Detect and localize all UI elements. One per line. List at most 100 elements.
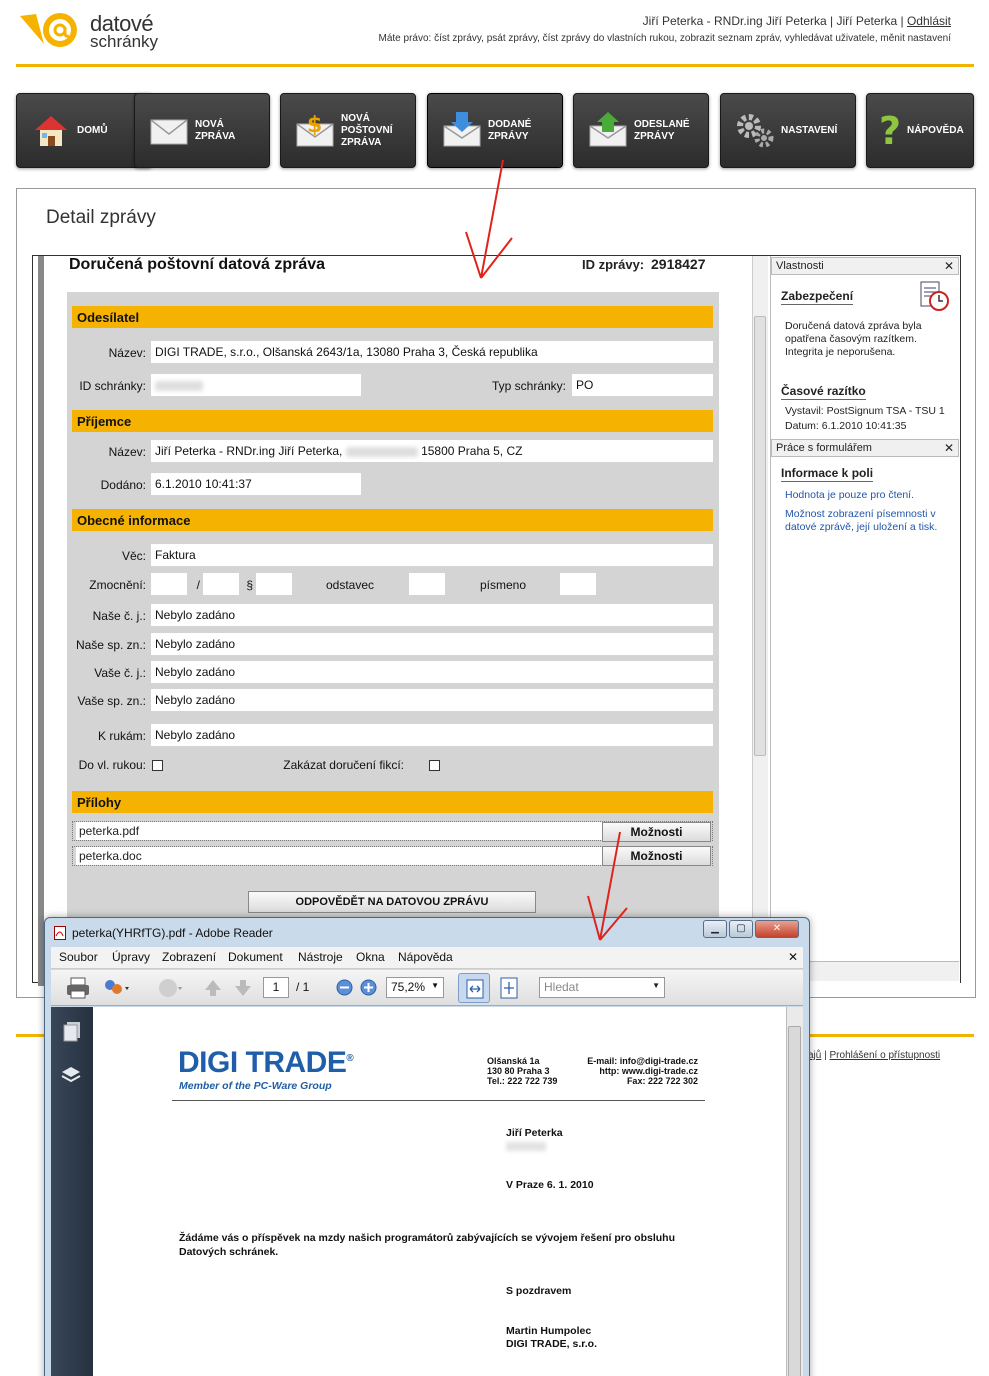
menu-windows[interactable]: Okna bbox=[356, 950, 385, 964]
authorization-paragraph-field[interactable] bbox=[256, 573, 292, 595]
attachment-options-button[interactable]: Možnosti bbox=[602, 822, 711, 842]
sender-name-field[interactable]: DIGI TRADE, s.r.o., Olšanská 2643/1a, 13… bbox=[151, 341, 713, 363]
document-close-icon[interactable]: ✕ bbox=[788, 950, 798, 964]
authorization-slash: / bbox=[196, 578, 200, 592]
nav-help[interactable]: ? NÁPOVĚDA bbox=[866, 93, 974, 168]
attachment-name[interactable]: peterka.doc bbox=[76, 847, 604, 865]
recipient-name-field[interactable]: Jiří Peterka - RNDr.ing Jiří Peterka, 15… bbox=[151, 440, 713, 462]
pdf-scrollbar-thumb[interactable] bbox=[788, 1026, 801, 1376]
subject-field[interactable]: Faktura bbox=[151, 544, 713, 566]
reply-button[interactable]: ODPOVĚDĚT NA DATOVOU ZPRÁVU bbox=[248, 891, 536, 913]
home-icon bbox=[35, 116, 67, 146]
delivered-field[interactable]: 6.1.2010 10:41:37 bbox=[151, 473, 361, 495]
accessibility-link[interactable]: Prohlášení o přístupnosti bbox=[830, 1050, 941, 1061]
zoom-out-icon[interactable] bbox=[336, 979, 353, 996]
our-file-field[interactable]: Nebylo zadáno bbox=[151, 633, 713, 655]
page-number-input[interactable]: 1 bbox=[263, 977, 289, 998]
user-rights: Máte právo: číst zprávy, psát zprávy, čí… bbox=[378, 33, 951, 44]
timestamp-seal-icon bbox=[920, 281, 949, 311]
authorization-label: Zmocnění: bbox=[89, 578, 146, 592]
prev-page-icon[interactable] bbox=[203, 978, 223, 998]
print-icon[interactable] bbox=[66, 977, 90, 999]
fit-width-button[interactable] bbox=[458, 973, 490, 1003]
fit-page-icon[interactable] bbox=[499, 977, 519, 999]
authorization-letter-field[interactable] bbox=[560, 573, 596, 595]
nav-home[interactable]: DOMŮ bbox=[16, 93, 152, 168]
close-icon[interactable]: ✕ bbox=[944, 259, 954, 273]
our-file-label: Naše sp. zn.: bbox=[75, 638, 146, 652]
menu-help[interactable]: Nápověda bbox=[398, 950, 453, 964]
authorization-paragraph-sign: § bbox=[246, 578, 253, 592]
close-icon[interactable]: ✕ bbox=[944, 441, 954, 455]
nav-help-label: NÁPOVĚDA bbox=[907, 124, 964, 136]
zoom-in-icon[interactable] bbox=[360, 979, 377, 996]
authorization-year-field[interactable] bbox=[203, 573, 239, 595]
to-hands-field[interactable]: Nebylo zadáno bbox=[151, 724, 713, 746]
no-fiction-checkbox[interactable] bbox=[429, 760, 440, 771]
menu-edit[interactable]: Úpravy bbox=[112, 950, 150, 964]
next-page-icon[interactable] bbox=[233, 978, 253, 998]
svg-text:?: ? bbox=[879, 110, 901, 150]
page-total: / 1 bbox=[296, 980, 310, 994]
field-info-title: Informace k poli bbox=[781, 466, 874, 482]
menu-tools[interactable]: Nástroje bbox=[298, 950, 343, 964]
nav-delivered-messages[interactable]: DODANÉ ZPRÁVY bbox=[427, 93, 563, 168]
menu-view[interactable]: Zobrazení bbox=[162, 950, 216, 964]
form-work-header: Práce s formulářem ✕ bbox=[771, 439, 959, 457]
zoom-level-select[interactable]: 75,2% ▼ bbox=[386, 977, 444, 998]
search-input[interactable]: Hledat ▼ bbox=[539, 977, 665, 998]
our-ref-label: Naše č. j.: bbox=[92, 609, 146, 623]
own-hands-checkbox[interactable] bbox=[152, 760, 163, 771]
layers-icon[interactable] bbox=[60, 1064, 82, 1086]
form-scrollbar-thumb[interactable] bbox=[754, 316, 766, 756]
recipient-name-part2: 15800 Praha 5, CZ bbox=[421, 444, 523, 458]
nav-new-postal-message[interactable]: $ NOVÁ POŠTOVNÍ ZPRÁVA bbox=[280, 93, 416, 168]
your-file-field[interactable]: Nebylo zadáno bbox=[151, 689, 713, 711]
message-id-label: ID zprávy: bbox=[582, 257, 645, 272]
pages-icon[interactable] bbox=[62, 1021, 82, 1043]
timestamp-date: Datum: 6.1.2010 10:41:35 bbox=[785, 420, 907, 432]
nav-new-message[interactable]: NOVÁ ZPRÁVA bbox=[134, 93, 270, 168]
minimize-button[interactable]: ▁ bbox=[703, 920, 727, 938]
menu-document[interactable]: Dokument bbox=[228, 950, 283, 964]
section-general: Obecné informace bbox=[72, 509, 713, 531]
box-type-field[interactable]: PO bbox=[572, 374, 713, 396]
our-ref-field[interactable]: Nebylo zadáno bbox=[151, 604, 713, 626]
authorization-letter-label: písmeno bbox=[479, 578, 526, 592]
form-work-header-label: Práce s formulářem bbox=[776, 442, 872, 454]
section-attachments: Přílohy bbox=[72, 791, 713, 813]
attachment-options-button[interactable]: Možnosti bbox=[602, 846, 711, 866]
chevron-down-icon: ▼ bbox=[431, 981, 439, 990]
nav-settings-label: NASTAVENÍ bbox=[781, 124, 838, 136]
nav-settings[interactable]: NASTAVENÍ bbox=[720, 93, 856, 168]
inbox-down-icon bbox=[443, 112, 481, 147]
security-title: Zabezpečení bbox=[781, 289, 854, 305]
nav-sent-messages-label: ODESLANÉ ZPRÁVY bbox=[634, 118, 690, 142]
attachment-name[interactable]: peterka.pdf bbox=[76, 822, 604, 840]
your-file-label: Vaše sp. zn.: bbox=[77, 694, 146, 708]
chevron-down-icon: ▼ bbox=[652, 981, 660, 990]
letter-signer-company: DIGI TRADE, s.r.o. bbox=[506, 1338, 598, 1350]
search-placeholder: Hledat bbox=[544, 980, 579, 994]
maximize-button[interactable]: ▢ bbox=[729, 920, 753, 938]
outbox-up-icon bbox=[589, 112, 627, 147]
header-divider bbox=[16, 64, 974, 67]
menu-file[interactable]: Soubor bbox=[59, 950, 98, 964]
window-close-button[interactable]: ✕ bbox=[755, 920, 799, 938]
zoom-value: 75,2% bbox=[391, 980, 426, 994]
digi-trade-tagline: Member of the PC-Ware Group bbox=[179, 1080, 332, 1092]
your-ref-field[interactable]: Nebylo zadáno bbox=[151, 661, 713, 683]
authorization-number-field[interactable] bbox=[151, 573, 187, 595]
form-heading: Doručená poštovní datová zpráva bbox=[69, 256, 326, 273]
nav-sent-messages[interactable]: ODESLANÉ ZPRÁVY bbox=[573, 93, 709, 168]
user-name: Jiří Peterka - RNDr.ing Jiří Peterka | J… bbox=[642, 14, 907, 28]
logout-link[interactable]: Odhlásit bbox=[907, 14, 951, 28]
authorization-subsection-field[interactable] bbox=[409, 573, 445, 595]
box-id-field[interactable] bbox=[151, 374, 361, 396]
money-envelope-icon: $ bbox=[296, 113, 334, 147]
recipient-name-part1: Jiří Peterka - RNDr.ing Jiří Peterka, bbox=[155, 444, 343, 458]
comment-icon[interactable] bbox=[156, 977, 184, 999]
collaborate-icon[interactable] bbox=[101, 977, 131, 999]
timestamp-title: Časové razítko bbox=[781, 384, 866, 400]
footer-link-fragment[interactable]: ajů bbox=[808, 1050, 821, 1061]
